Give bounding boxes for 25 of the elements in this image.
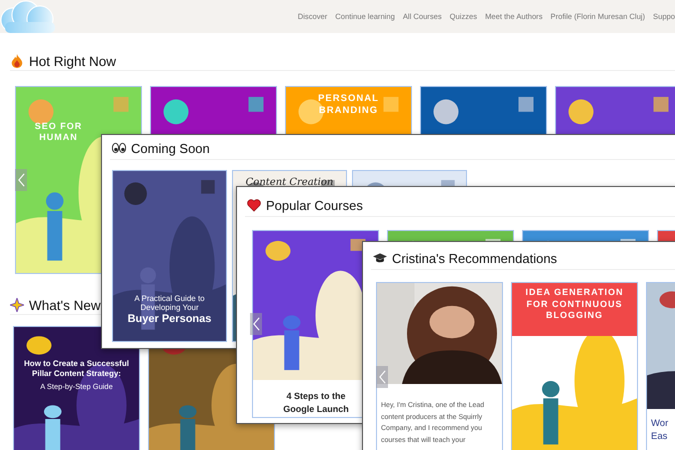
card-title: SEO FOR HUMAN bbox=[34, 121, 84, 143]
card-title: How to Create a Successful Pillar Content Strategy: bbox=[23, 359, 130, 379]
course-card[interactable]: IDEA GENERATION FOR CONTINUOUS BLOGGING bbox=[511, 282, 638, 450]
window-title: Popular Courses bbox=[266, 198, 363, 212]
card-title: 4 Steps to the Google Launch bbox=[282, 390, 350, 416]
chevron-left-icon bbox=[18, 173, 24, 187]
sparkle-icon bbox=[10, 298, 24, 312]
course-card[interactable]: Wor Eas bbox=[646, 282, 675, 450]
card-title: IDEA GENERATION FOR CONTINUOUS BLOGGING bbox=[512, 283, 637, 336]
card-title: Content Creation bbox=[244, 177, 334, 188]
card-title: Wor Eas bbox=[650, 417, 670, 443]
previous-button[interactable] bbox=[376, 366, 388, 388]
section-title: What's New bbox=[29, 298, 101, 312]
eyes-icon bbox=[112, 141, 126, 155]
card-title: A Practical Guide to Developing Your bbox=[133, 294, 206, 312]
previous-button[interactable] bbox=[15, 169, 27, 191]
card-subtitle: Buyer Personas bbox=[128, 313, 212, 325]
heart-icon bbox=[247, 198, 261, 212]
course-card[interactable]: A Practical Guide to Developing Your Buyer Personas bbox=[112, 170, 227, 342]
section-title: Hot Right Now bbox=[29, 54, 116, 68]
window-title: Cristina's Recommendations bbox=[392, 250, 558, 266]
chevron-left-icon bbox=[378, 370, 386, 384]
card-title: PERSONAL BRANDING bbox=[317, 93, 380, 117]
cloud-logo bbox=[0, 0, 58, 34]
flame-icon bbox=[10, 54, 24, 68]
